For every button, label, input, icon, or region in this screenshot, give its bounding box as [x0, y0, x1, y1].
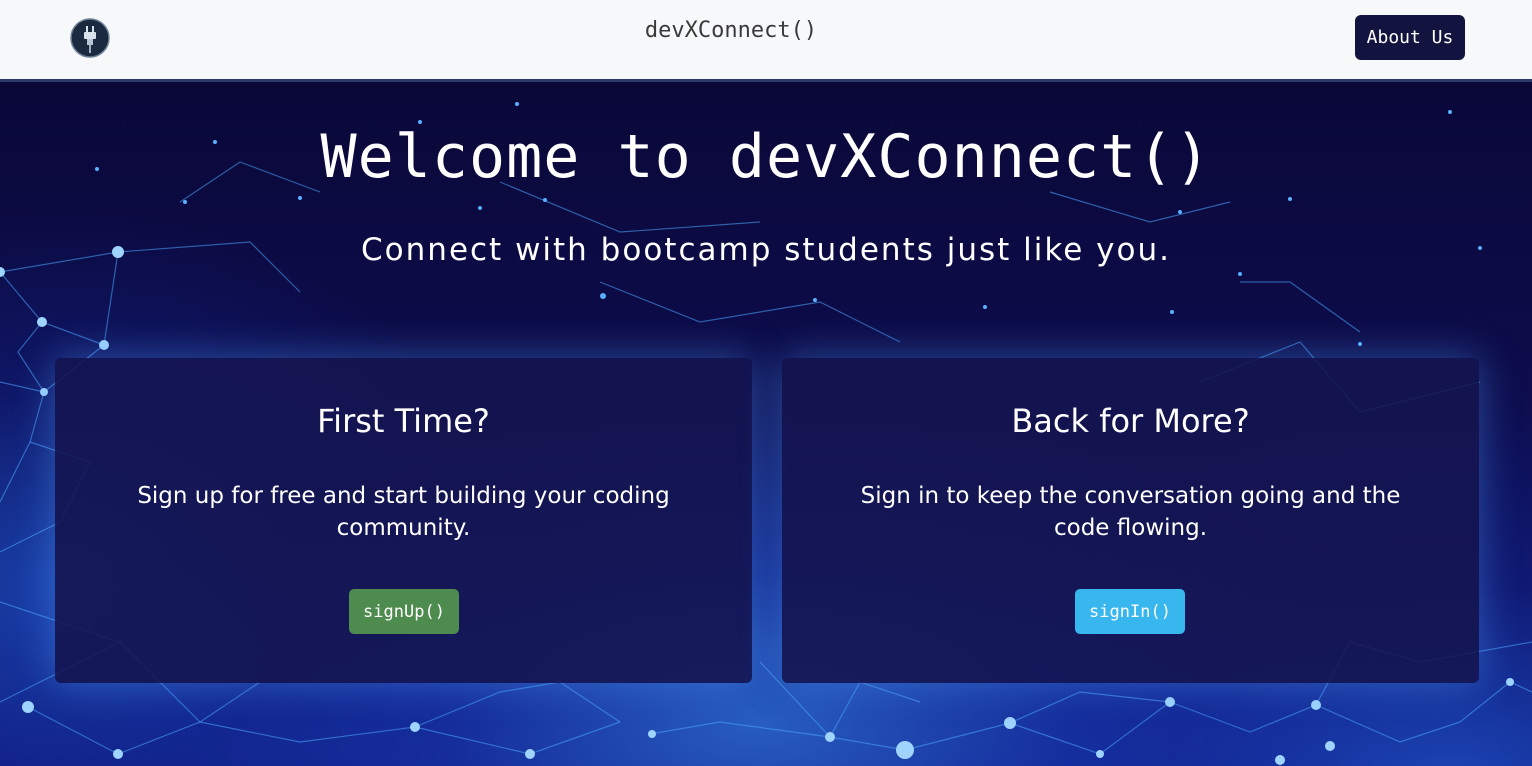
signin-card-title: Back for More?: [1011, 402, 1250, 440]
brand-title[interactable]: devXConnect(): [0, 18, 1462, 43]
signin-card: Back for More? Sign in to keep the conve…: [782, 358, 1479, 683]
hero-section: Welcome to devXConnect() Connect with bo…: [0, 82, 1532, 766]
signup-button[interactable]: signUp(): [349, 589, 459, 634]
hero-subtitle: Connect with bootcamp students just like…: [361, 232, 1171, 268]
signup-card-text: Sign up for free and start building your…: [137, 483, 670, 541]
signup-card: First Time? Sign up for free and start b…: [55, 358, 752, 683]
signup-card-title: First Time?: [317, 402, 490, 440]
about-us-button[interactable]: About Us: [1355, 15, 1465, 60]
signin-button[interactable]: signIn(): [1075, 589, 1185, 634]
signin-card-text: Sign in to keep the conversation going a…: [860, 483, 1401, 541]
navbar: devXConnect() About Us: [0, 0, 1532, 82]
hero-title: Welcome to devXConnect(): [320, 122, 1212, 192]
